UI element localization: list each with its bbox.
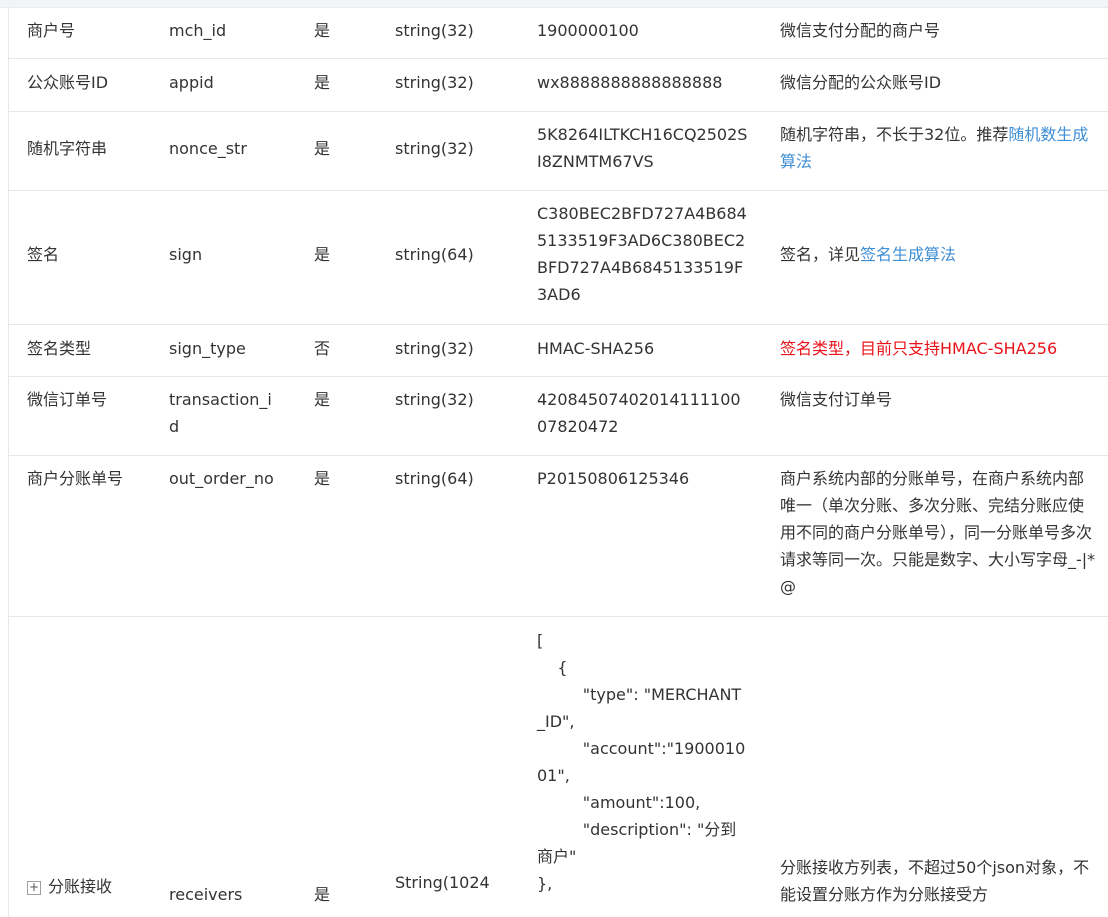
param-type: string(64) bbox=[395, 469, 474, 488]
param-name-expandable[interactable]: + 分账接收 bbox=[27, 873, 157, 900]
param-example: 1900000100 bbox=[537, 21, 639, 40]
param-field: sign_type bbox=[169, 339, 246, 358]
param-required: 否 bbox=[314, 339, 331, 358]
param-example: [ { "type": "MERCHANT_ID", "account":"19… bbox=[537, 627, 749, 897]
table-row: 随机字符串 nonce_str 是 string(32) 5K8264ILTKC… bbox=[9, 112, 1108, 191]
param-required: 是 bbox=[314, 390, 331, 409]
param-desc: 随机字符串，不长于32位。推荐随机数生成算法 bbox=[780, 121, 1098, 175]
param-desc: 微信支付分配的商户号 bbox=[780, 21, 941, 40]
table-row: 签名 sign 是 string(64) C380BEC2BFD727A4B68… bbox=[9, 191, 1108, 325]
table-row: 签名类型 sign_type 否 string(32) HMAC-SHA256 … bbox=[9, 325, 1108, 377]
param-example: 5K8264ILTKCH16CQ2502SI8ZNMTM67VS bbox=[537, 125, 748, 171]
param-desc: 微信分配的公众账号ID bbox=[780, 73, 942, 92]
param-table: 商户号 mch_id 是 string(32) 1900000100 微信支付分… bbox=[8, 7, 1108, 917]
sign-algorithm-link[interactable]: 签名生成算法 bbox=[860, 245, 956, 264]
param-name: 随机字符串 bbox=[27, 139, 108, 158]
param-example: P20150806125346 bbox=[537, 469, 690, 488]
table-row: 商户分账单号 out_order_no 是 string(64) P201508… bbox=[9, 456, 1108, 617]
param-name: 签名 bbox=[27, 245, 60, 264]
param-field: transaction_id bbox=[169, 390, 272, 436]
param-name: 微信订单号 bbox=[27, 390, 108, 409]
param-desc: 微信支付订单号 bbox=[780, 390, 893, 409]
param-example: 4208450740201411110007820472 bbox=[537, 390, 741, 436]
param-desc: 商户系统内部的分账单号，在商户系统内部唯一（单次分账、多次分账、完结分账应使用不… bbox=[780, 469, 1096, 596]
param-desc: 分账接收方列表，不超过50个json对象，不能设置分账方作为分账接受方 bbox=[780, 858, 1090, 904]
param-required: 是 bbox=[314, 139, 331, 158]
param-field: nonce_str bbox=[169, 139, 247, 158]
param-example: C380BEC2BFD727A4B6845133519F3AD6C380BEC2… bbox=[537, 204, 747, 304]
param-example: HMAC-SHA256 bbox=[537, 339, 655, 358]
param-type: string(32) bbox=[395, 339, 474, 358]
param-name: 商户分账单号 bbox=[27, 469, 124, 488]
param-field: out_order_no bbox=[169, 469, 274, 488]
table-row: 微信订单号 transaction_id 是 string(32) 420845… bbox=[9, 377, 1108, 456]
param-field: mch_id bbox=[169, 21, 227, 40]
param-field: sign bbox=[169, 245, 203, 264]
param-required: 是 bbox=[314, 21, 331, 40]
param-type: string(32) bbox=[395, 73, 474, 92]
json-example: [ { "type": "MERCHANT_ID", "account":"19… bbox=[537, 631, 746, 893]
param-name: 分账接收 bbox=[48, 877, 113, 896]
param-field: appid bbox=[169, 73, 214, 92]
param-desc-warning: 签名类型，目前只支持HMAC-SHA256 bbox=[780, 339, 1058, 358]
param-field: receivers bbox=[169, 885, 243, 904]
expand-icon[interactable]: + bbox=[27, 880, 41, 895]
param-name: 签名类型 bbox=[27, 339, 92, 358]
param-type: string(64) bbox=[395, 245, 474, 264]
param-type: string(32) bbox=[395, 139, 474, 158]
param-required: 是 bbox=[314, 245, 331, 264]
param-name: 商户号 bbox=[27, 21, 76, 40]
param-desc: 签名，详见签名生成算法 bbox=[780, 241, 1098, 268]
param-required: 是 bbox=[314, 469, 331, 488]
param-required: 是 bbox=[314, 885, 331, 904]
param-required: 是 bbox=[314, 73, 331, 92]
table-row: + 分账接收 receivers 是 String(1024 [ { "type"… bbox=[9, 617, 1108, 917]
param-type: String(1024 bbox=[395, 873, 490, 892]
param-example: wx8888888888888888 bbox=[537, 73, 723, 92]
param-type: string(32) bbox=[395, 21, 474, 40]
param-name: 公众账号ID bbox=[27, 73, 109, 92]
param-type: string(32) bbox=[395, 390, 474, 409]
table-row: 商户号 mch_id 是 string(32) 1900000100 微信支付分… bbox=[9, 7, 1108, 59]
param-desc-text: 签名，详见 bbox=[780, 245, 861, 264]
param-desc-text: 随机字符串，不长于32位。推荐 bbox=[780, 125, 1009, 144]
table-row: 公众账号ID appid 是 string(32) wx888888888888… bbox=[9, 59, 1108, 112]
